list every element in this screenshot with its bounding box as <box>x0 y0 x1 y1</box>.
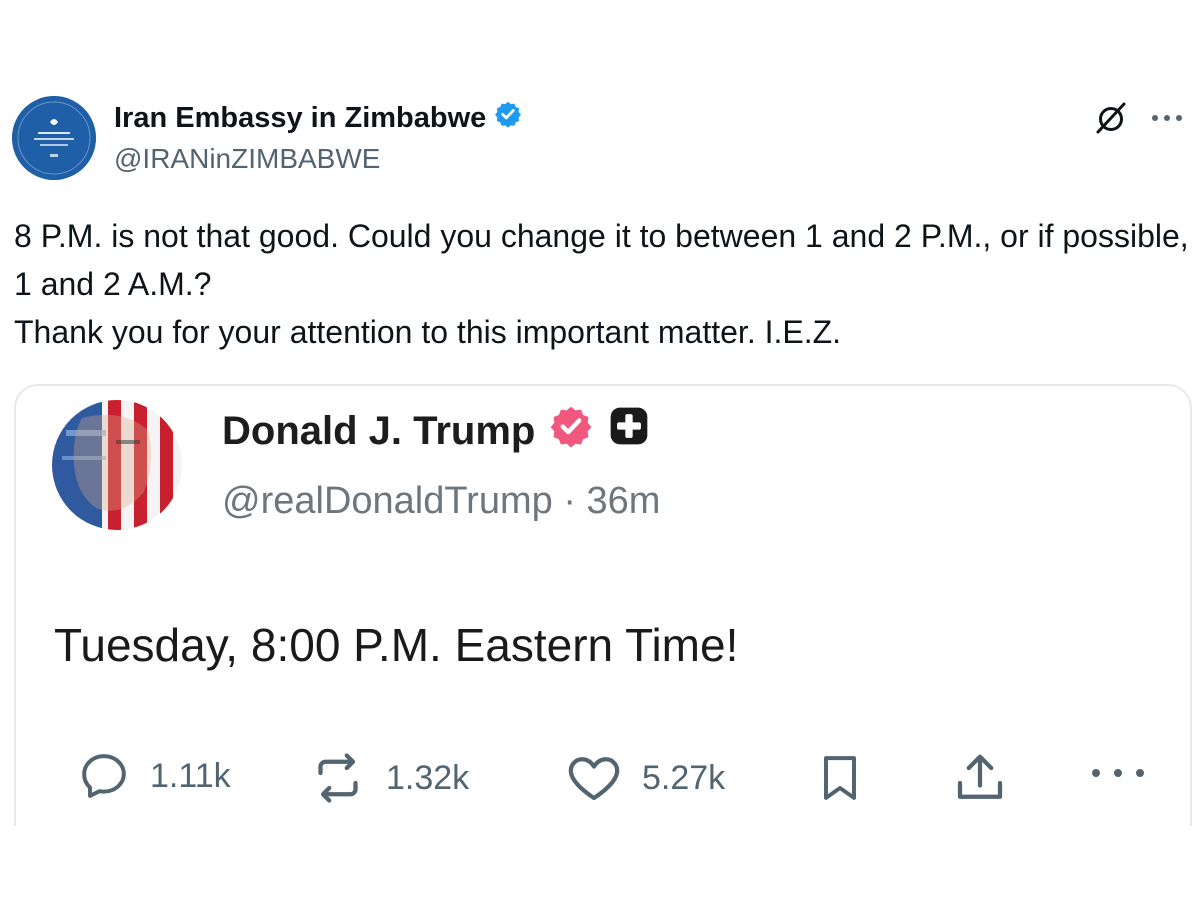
bookmark-button[interactable] <box>812 748 868 808</box>
verified-badge-icon <box>494 100 522 136</box>
post-timestamp[interactable]: 36m <box>587 480 661 522</box>
quoted-post-card[interactable]: Donald J. Trump @realDonaldTrump · 36m T… <box>14 384 1192 826</box>
post-text-line-1: 8 P.M. is not that good. Could you chang… <box>14 218 1189 302</box>
quoted-action-bar: 1.11k 1.32k 5.27k <box>76 748 1146 814</box>
author-name[interactable]: Iran Embassy in Zimbabwe <box>114 102 486 135</box>
reply-count: 1.11k <box>150 756 231 795</box>
quoted-author-name-row[interactable]: Donald J. Trump <box>222 404 651 458</box>
quoted-more-button[interactable] <box>1088 766 1148 780</box>
share-button[interactable] <box>950 748 1010 808</box>
verified-badge-icon <box>549 404 593 458</box>
post-text: 8 P.M. is not that good. Could you chang… <box>14 212 1190 356</box>
quoted-author-avatar[interactable] <box>52 400 182 530</box>
quoted-author-name[interactable]: Donald J. Trump <box>222 409 535 454</box>
repost-icon <box>318 753 358 803</box>
grok-slash-circle-icon[interactable] <box>1094 101 1128 135</box>
bookmark-icon <box>824 756 856 800</box>
like-button[interactable]: 5.27k <box>564 748 725 808</box>
reply-icon <box>82 754 126 798</box>
quoted-post-text: Tuesday, 8:00 P.M. Eastern Time! <box>54 619 739 671</box>
repost-button[interactable]: 1.32k <box>308 748 469 808</box>
reply-button[interactable]: 1.11k <box>76 748 231 804</box>
post-top-actions <box>1094 101 1184 135</box>
meta-separator: · <box>563 480 576 522</box>
author-name-row[interactable]: Iran Embassy in Zimbabwe <box>114 100 522 136</box>
post-text-line-2: Thank you for your attention to this imp… <box>14 314 842 350</box>
more-dots-icon <box>1092 769 1144 777</box>
author-handle[interactable]: @IRANinZIMBABWE <box>114 143 380 175</box>
heart-icon <box>568 757 620 801</box>
like-count: 5.27k <box>642 758 726 797</box>
share-icon <box>957 754 1003 799</box>
quoted-author-meta: @realDonaldTrump · 36m <box>222 480 660 523</box>
government-affiliation-icon <box>607 404 651 458</box>
embassy-avatar[interactable] <box>12 96 96 180</box>
embassy-post: Iran Embassy in Zimbabwe @IRANinZIMBABWE… <box>0 0 1200 900</box>
more-dots-icon[interactable] <box>1150 113 1184 123</box>
quoted-author-handle[interactable]: @realDonaldTrump <box>222 480 553 522</box>
repost-count: 1.32k <box>386 758 470 797</box>
